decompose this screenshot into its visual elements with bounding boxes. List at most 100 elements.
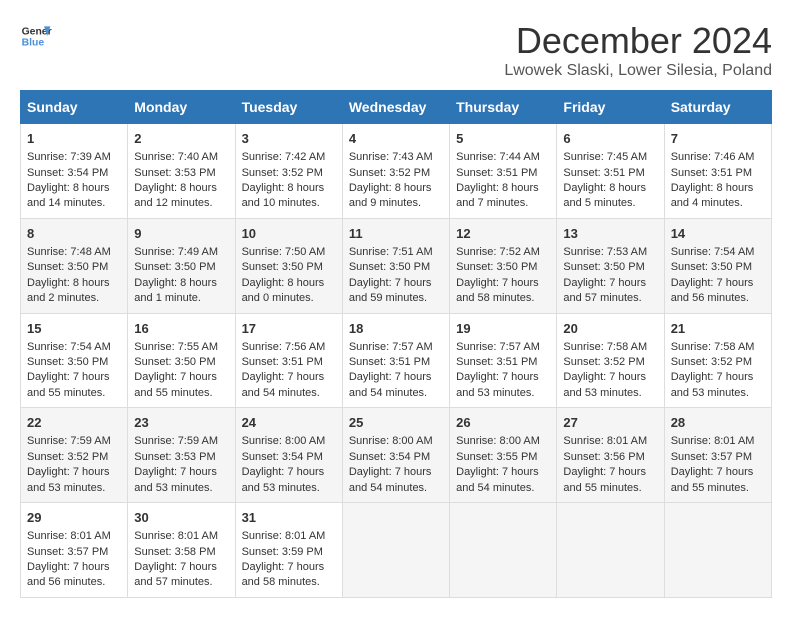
sunrise-text: Sunrise: 7:44 AM xyxy=(456,151,540,163)
sunset-text: Sunset: 3:54 PM xyxy=(349,451,430,463)
calendar-cell: 22Sunrise: 7:59 AM Sunset: 3:52 PM Dayli… xyxy=(21,408,128,503)
day-number: 10 xyxy=(242,225,336,243)
sunrise-text: Sunrise: 7:50 AM xyxy=(242,246,326,258)
sunset-text: Sunset: 3:58 PM xyxy=(134,546,215,558)
sunset-text: Sunset: 3:51 PM xyxy=(456,356,537,368)
title-area: December 2024 Lwowek Slaski, Lower Siles… xyxy=(504,20,772,80)
sunset-text: Sunset: 3:50 PM xyxy=(134,356,215,368)
daylight-text: Daylight: 7 hours and 55 minutes. xyxy=(134,371,217,398)
sunset-text: Sunset: 3:50 PM xyxy=(456,261,537,273)
calendar-cell: 15Sunrise: 7:54 AM Sunset: 3:50 PM Dayli… xyxy=(21,313,128,408)
sunrise-text: Sunrise: 7:39 AM xyxy=(27,151,111,163)
sunset-text: Sunset: 3:50 PM xyxy=(349,261,430,273)
calendar-cell: 30Sunrise: 8:01 AM Sunset: 3:58 PM Dayli… xyxy=(128,503,235,598)
day-number: 16 xyxy=(134,320,228,338)
logo: General Blue xyxy=(20,20,52,52)
sunrise-text: Sunrise: 7:57 AM xyxy=(349,341,433,353)
sunset-text: Sunset: 3:50 PM xyxy=(27,356,108,368)
sunrise-text: Sunrise: 8:01 AM xyxy=(671,435,755,447)
sunrise-text: Sunrise: 7:49 AM xyxy=(134,246,218,258)
sunrise-text: Sunrise: 7:57 AM xyxy=(456,341,540,353)
month-title: December 2024 xyxy=(504,20,772,62)
sunset-text: Sunset: 3:50 PM xyxy=(134,261,215,273)
daylight-text: Daylight: 7 hours and 53 minutes. xyxy=(27,466,110,493)
sunset-text: Sunset: 3:57 PM xyxy=(671,451,752,463)
location-title: Lwowek Slaski, Lower Silesia, Poland xyxy=(504,62,772,80)
sunset-text: Sunset: 3:50 PM xyxy=(671,261,752,273)
calendar-cell: 25Sunrise: 8:00 AM Sunset: 3:54 PM Dayli… xyxy=(342,408,449,503)
day-number: 27 xyxy=(563,414,657,432)
calendar-week-row: 22Sunrise: 7:59 AM Sunset: 3:52 PM Dayli… xyxy=(21,408,772,503)
day-number: 18 xyxy=(349,320,443,338)
calendar-cell xyxy=(664,503,771,598)
daylight-text: Daylight: 7 hours and 55 minutes. xyxy=(563,466,646,493)
daylight-text: Daylight: 7 hours and 55 minutes. xyxy=(27,371,110,398)
day-number: 22 xyxy=(27,414,121,432)
calendar-cell: 23Sunrise: 7:59 AM Sunset: 3:53 PM Dayli… xyxy=(128,408,235,503)
sunset-text: Sunset: 3:54 PM xyxy=(242,451,323,463)
sunrise-text: Sunrise: 7:58 AM xyxy=(563,341,647,353)
day-number: 19 xyxy=(456,320,550,338)
daylight-text: Daylight: 7 hours and 54 minutes. xyxy=(456,466,539,493)
calendar-cell: 11Sunrise: 7:51 AM Sunset: 3:50 PM Dayli… xyxy=(342,218,449,313)
day-number: 8 xyxy=(27,225,121,243)
calendar-cell xyxy=(557,503,664,598)
calendar-cell: 10 Sunrise: 7:50 AM Sunset: 3:50 PM Dayli… xyxy=(235,218,342,313)
day-number: 30 xyxy=(134,509,228,527)
sunset-text: Sunset: 3:54 PM xyxy=(27,167,108,179)
daylight-text: Daylight: 7 hours and 53 minutes. xyxy=(563,371,646,398)
sunrise-text: Sunrise: 7:59 AM xyxy=(134,435,218,447)
sunset-text: Sunset: 3:50 PM xyxy=(242,261,323,273)
header: General Blue December 2024 Lwowek Slaski… xyxy=(20,20,772,80)
calendar-cell: 21Sunrise: 7:58 AM Sunset: 3:52 PM Dayli… xyxy=(664,313,771,408)
calendar-cell: 12Sunrise: 7:52 AM Sunset: 3:50 PM Dayli… xyxy=(450,218,557,313)
sunrise-text: Sunrise: 7:52 AM xyxy=(456,246,540,258)
day-number: 21 xyxy=(671,320,765,338)
sunrise-text: Sunrise: 8:00 AM xyxy=(456,435,540,447)
day-number: 28 xyxy=(671,414,765,432)
daylight-text: Daylight: 8 hours and 7 minutes. xyxy=(456,182,539,209)
sunrise-text: Sunrise: 7:40 AM xyxy=(134,151,218,163)
day-header-tuesday: Tuesday xyxy=(235,91,342,124)
sunrise-text: Sunrise: 7:46 AM xyxy=(671,151,755,163)
sunrise-text: Sunrise: 7:58 AM xyxy=(671,341,755,353)
calendar-week-row: 29Sunrise: 8:01 AM Sunset: 3:57 PM Dayli… xyxy=(21,503,772,598)
daylight-text: Daylight: 8 hours and 9 minutes. xyxy=(349,182,432,209)
sunset-text: Sunset: 3:51 PM xyxy=(671,167,752,179)
sunset-text: Sunset: 3:52 PM xyxy=(563,356,644,368)
sunset-text: Sunset: 3:59 PM xyxy=(242,546,323,558)
calendar-table: SundayMondayTuesdayWednesdayThursdayFrid… xyxy=(20,90,772,598)
sunset-text: Sunset: 3:50 PM xyxy=(27,261,108,273)
sunrise-text: Sunrise: 8:01 AM xyxy=(134,530,218,542)
day-number: 23 xyxy=(134,414,228,432)
day-number: 9 xyxy=(134,225,228,243)
day-header-thursday: Thursday xyxy=(450,91,557,124)
sunrise-text: Sunrise: 8:01 AM xyxy=(242,530,326,542)
sunrise-text: Sunrise: 7:56 AM xyxy=(242,341,326,353)
daylight-text: Daylight: 7 hours and 54 minutes. xyxy=(242,371,325,398)
day-number: 20 xyxy=(563,320,657,338)
calendar-cell: 8Sunrise: 7:48 AM Sunset: 3:50 PM Daylig… xyxy=(21,218,128,313)
daylight-text: Daylight: 7 hours and 53 minutes. xyxy=(456,371,539,398)
calendar-cell: 31Sunrise: 8:01 AM Sunset: 3:59 PM Dayli… xyxy=(235,503,342,598)
day-number: 29 xyxy=(27,509,121,527)
daylight-text: Daylight: 8 hours and 0 minutes. xyxy=(242,277,325,304)
daylight-text: Daylight: 7 hours and 54 minutes. xyxy=(349,371,432,398)
day-number: 1 xyxy=(27,130,121,148)
calendar-cell: 24Sunrise: 8:00 AM Sunset: 3:54 PM Dayli… xyxy=(235,408,342,503)
daylight-text: Daylight: 7 hours and 58 minutes. xyxy=(242,561,325,588)
calendar-cell: 16Sunrise: 7:55 AM Sunset: 3:50 PM Dayli… xyxy=(128,313,235,408)
calendar-cell: 2Sunrise: 7:40 AM Sunset: 3:53 PM Daylig… xyxy=(128,124,235,219)
day-number: 15 xyxy=(27,320,121,338)
day-number: 26 xyxy=(456,414,550,432)
calendar-cell: 3Sunrise: 7:42 AM Sunset: 3:52 PM Daylig… xyxy=(235,124,342,219)
calendar-cell: 5Sunrise: 7:44 AM Sunset: 3:51 PM Daylig… xyxy=(450,124,557,219)
calendar-cell: 26Sunrise: 8:00 AM Sunset: 3:55 PM Dayli… xyxy=(450,408,557,503)
sunrise-text: Sunrise: 8:01 AM xyxy=(27,530,111,542)
calendar-cell: 14Sunrise: 7:54 AM Sunset: 3:50 PM Dayli… xyxy=(664,218,771,313)
day-number: 2 xyxy=(134,130,228,148)
daylight-text: Daylight: 7 hours and 56 minutes. xyxy=(671,277,754,304)
sunrise-text: Sunrise: 7:43 AM xyxy=(349,151,433,163)
sunset-text: Sunset: 3:56 PM xyxy=(563,451,644,463)
calendar-cell: 27Sunrise: 8:01 AM Sunset: 3:56 PM Dayli… xyxy=(557,408,664,503)
